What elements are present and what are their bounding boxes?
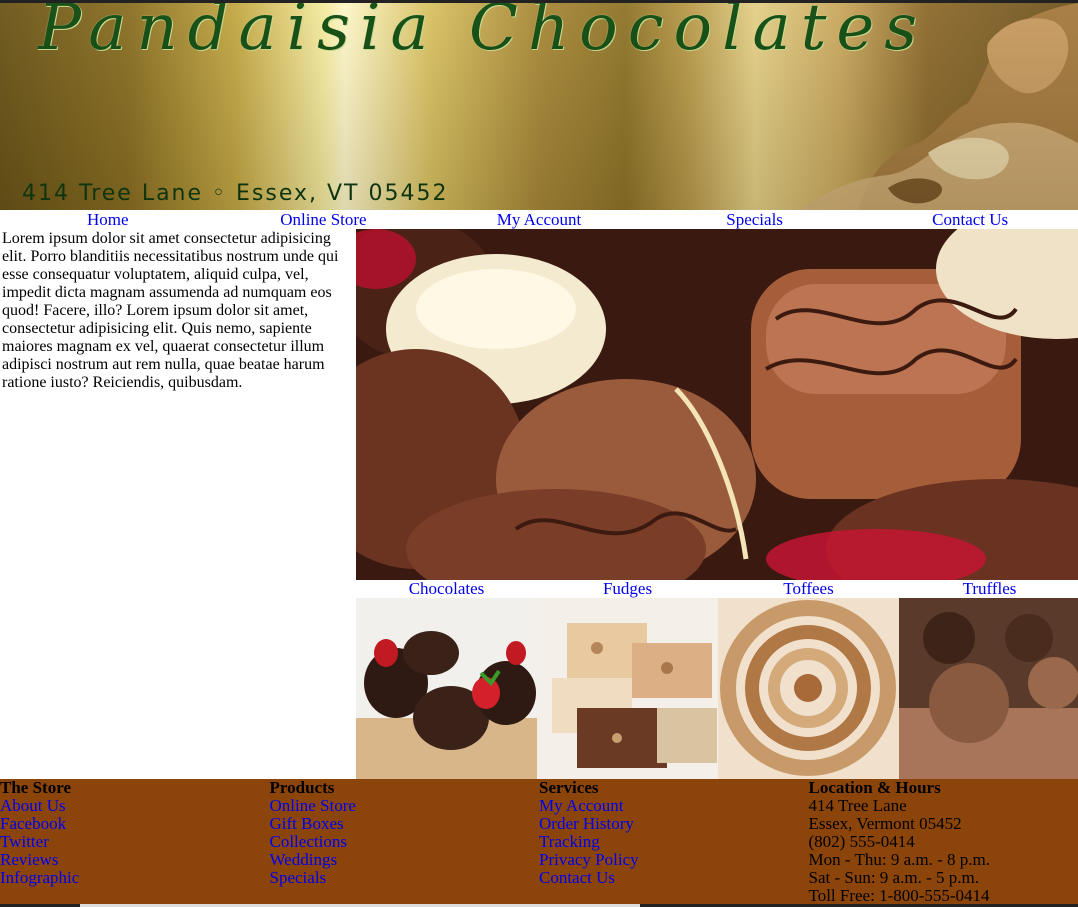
footer-location-column: Location & Hours 414 Tree Lane Essex, Ve…	[809, 779, 1078, 905]
footer-link-infographic[interactable]: Infographic	[0, 869, 270, 887]
header-banner: Pandaisia Chocolates 414 Tree Lane ◦ Ess…	[0, 0, 1078, 210]
footer-link-reviews[interactable]: Reviews	[0, 851, 270, 869]
footer-link-about-us[interactable]: About Us	[0, 797, 270, 815]
footer-hours-weekday: Mon - Thu: 9 a.m. - 8 p.m.	[808, 850, 990, 869]
footer-city: Essex, Vermont 05452	[808, 814, 962, 833]
footer-services-column: Services My Account Order History Tracki…	[539, 779, 809, 905]
category-toffees: Toffees	[718, 580, 899, 779]
footer: The Store About Us Facebook Twitter Revi…	[0, 779, 1078, 905]
nav-my-account[interactable]: My Account	[431, 210, 647, 229]
header-address: 414 Tree Lane ◦ Essex, VT 05452	[22, 181, 449, 206]
category-row: Chocolates Fudges Toffees Truffles	[356, 580, 1078, 779]
footer-link-weddings[interactable]: Weddings	[270, 851, 540, 869]
footer-products-column: Products Online Store Gift Boxes Collect…	[270, 779, 540, 905]
footer-products-heading: Products	[269, 778, 335, 797]
hero-chocolates-image	[356, 229, 1078, 580]
footer-link-facebook[interactable]: Facebook	[0, 815, 270, 833]
footer-link-order-history[interactable]: Order History	[539, 815, 809, 833]
truffles-image[interactable]	[899, 598, 1078, 779]
footer-hours-weekend: Sat - Sun: 9 a.m. - 5 p.m.	[808, 868, 979, 887]
category-toffees-link[interactable]: Toffees	[718, 580, 899, 598]
category-fudges: Fudges	[537, 580, 718, 779]
nav-contact-us[interactable]: Contact Us	[862, 210, 1078, 229]
nav-home[interactable]: Home	[0, 210, 216, 229]
main-nav: Home Online Store My Account Specials Co…	[0, 210, 1078, 229]
footer-phone: (802) 555-0414	[808, 832, 915, 851]
footer-link-tracking[interactable]: Tracking	[539, 833, 809, 851]
category-chocolates: Chocolates	[356, 580, 537, 779]
statue-image	[801, 3, 1078, 210]
category-chocolates-link[interactable]: Chocolates	[356, 580, 537, 598]
category-truffles-link[interactable]: Truffles	[899, 580, 1078, 598]
nav-online-store[interactable]: Online Store	[216, 210, 432, 229]
category-truffles: Truffles	[899, 580, 1078, 779]
footer-street: 414 Tree Lane	[808, 796, 907, 815]
footer-link-twitter[interactable]: Twitter	[0, 833, 270, 851]
intro-text: Lorem ipsum dolor sit amet consectetur a…	[2, 230, 339, 391]
footer-link-privacy-policy[interactable]: Privacy Policy	[539, 851, 809, 869]
footer-toll-free: Toll Free: 1-800-555-0414	[808, 886, 990, 905]
footer-link-contact-us[interactable]: Contact Us	[539, 869, 809, 887]
footer-link-collections[interactable]: Collections	[270, 833, 540, 851]
footer-location-heading: Location & Hours	[808, 778, 941, 797]
toffees-image[interactable]	[718, 598, 899, 779]
fudges-image[interactable]	[537, 598, 718, 779]
footer-link-specials[interactable]: Specials	[270, 869, 540, 887]
footer-link-gift-boxes[interactable]: Gift Boxes	[270, 815, 540, 833]
category-fudges-link[interactable]: Fudges	[537, 580, 718, 598]
chocolates-image[interactable]	[356, 598, 537, 779]
footer-link-my-account[interactable]: My Account	[539, 797, 809, 815]
footer-store-column: The Store About Us Facebook Twitter Revi…	[0, 779, 270, 905]
footer-link-online-store[interactable]: Online Store	[270, 797, 540, 815]
nav-specials[interactable]: Specials	[647, 210, 863, 229]
footer-services-heading: Services	[539, 778, 599, 797]
footer-store-heading: The Store	[0, 778, 71, 797]
